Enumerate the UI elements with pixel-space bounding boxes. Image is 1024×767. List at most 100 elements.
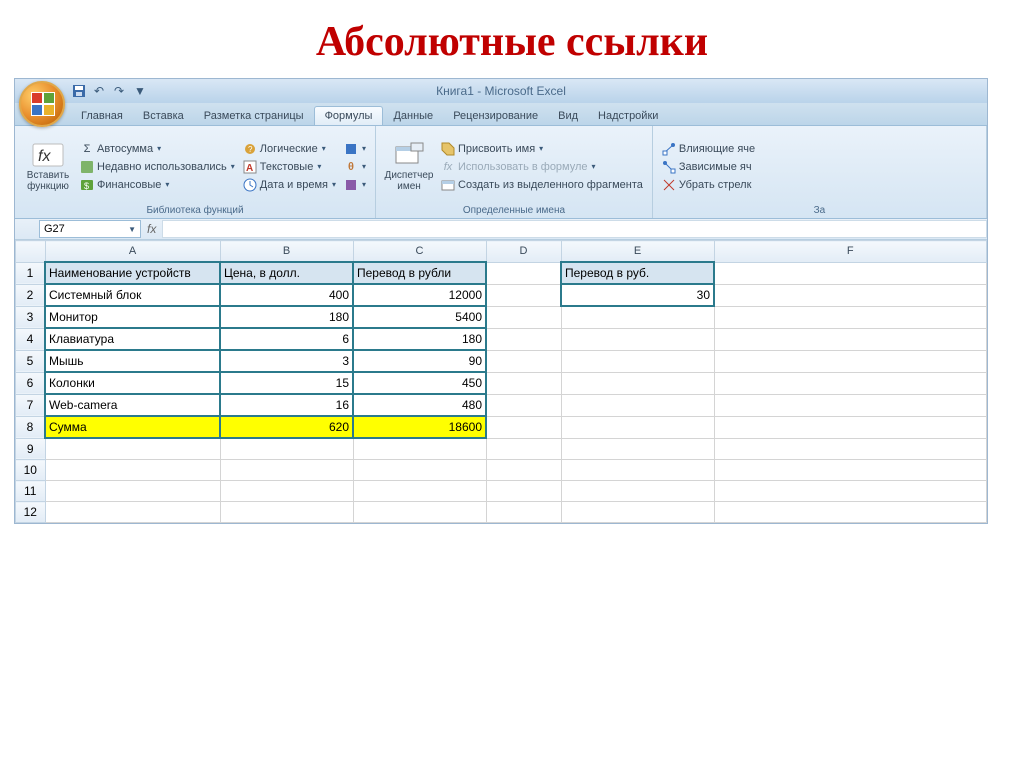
cell-D5[interactable] bbox=[486, 350, 561, 372]
cell-F7[interactable] bbox=[714, 394, 987, 416]
col-F[interactable]: F bbox=[714, 241, 987, 263]
math-button[interactable]: θ▾ bbox=[341, 159, 369, 175]
row-4[interactable]: 4 bbox=[16, 328, 46, 350]
tab-insert[interactable]: Вставка bbox=[133, 107, 194, 125]
cell-A2[interactable]: Системный блок bbox=[45, 284, 220, 306]
trace-precedents-button[interactable]: Влияющие яче bbox=[659, 141, 758, 157]
cell-D7[interactable] bbox=[486, 394, 561, 416]
cell-F6[interactable] bbox=[714, 372, 987, 394]
insert-function-button[interactable]: fx Вставить функцию bbox=[21, 129, 75, 204]
trace-dependents-button[interactable]: Зависимые яч bbox=[659, 159, 758, 175]
name-manager-button[interactable]: Диспетчер имен bbox=[382, 129, 436, 204]
cell-F5[interactable] bbox=[714, 350, 987, 372]
cell-E1[interactable]: Перевод в руб. bbox=[561, 262, 714, 284]
tab-review[interactable]: Рецензирование bbox=[443, 107, 548, 125]
cell-B7[interactable]: 16 bbox=[220, 394, 353, 416]
cell-D3[interactable] bbox=[486, 306, 561, 328]
col-E[interactable]: E bbox=[561, 241, 714, 263]
formula-input[interactable] bbox=[162, 220, 987, 238]
cell-E5[interactable] bbox=[561, 350, 714, 372]
row-1[interactable]: 1 bbox=[16, 262, 46, 284]
cell-A1[interactable]: Наименование устройств bbox=[45, 262, 220, 284]
cell-A7[interactable]: Web-camera bbox=[45, 394, 220, 416]
row-8[interactable]: 8 bbox=[16, 416, 46, 438]
cell-C2[interactable]: 12000 bbox=[353, 284, 486, 306]
cell-F4[interactable] bbox=[714, 328, 987, 350]
cell-E8[interactable] bbox=[561, 416, 714, 438]
tab-data[interactable]: Данные bbox=[383, 107, 443, 125]
cell-A3[interactable]: Монитор bbox=[45, 306, 220, 328]
cell-E2[interactable]: 30 bbox=[561, 284, 714, 306]
tab-formulas[interactable]: Формулы bbox=[314, 106, 384, 125]
cell-A8[interactable]: Сумма bbox=[45, 416, 220, 438]
row-3[interactable]: 3 bbox=[16, 306, 46, 328]
define-name-button[interactable]: Присвоить имя▾ bbox=[438, 141, 646, 157]
redo-icon[interactable]: ↷ bbox=[111, 83, 127, 99]
row-11[interactable]: 11 bbox=[16, 481, 46, 502]
col-A[interactable]: A bbox=[45, 241, 220, 263]
cell-A9[interactable] bbox=[45, 438, 220, 460]
undo-icon[interactable]: ↶ bbox=[91, 83, 107, 99]
cell-E3[interactable] bbox=[561, 306, 714, 328]
cell-B6[interactable]: 15 bbox=[220, 372, 353, 394]
recent-button[interactable]: Недавно использовались▾ bbox=[77, 159, 238, 175]
datetime-button[interactable]: Дата и время▾ bbox=[240, 177, 339, 193]
cell-D8[interactable] bbox=[486, 416, 561, 438]
cell-F3[interactable] bbox=[714, 306, 987, 328]
tab-home[interactable]: Главная bbox=[71, 107, 133, 125]
col-C[interactable]: C bbox=[353, 241, 486, 263]
tab-addins[interactable]: Надстройки bbox=[588, 107, 668, 125]
cell-D6[interactable] bbox=[486, 372, 561, 394]
row-6[interactable]: 6 bbox=[16, 372, 46, 394]
row-9[interactable]: 9 bbox=[16, 438, 46, 460]
namebox-dropdown-icon[interactable]: ▼ bbox=[128, 225, 136, 234]
cell-B5[interactable]: 3 bbox=[220, 350, 353, 372]
create-from-selection-button[interactable]: Создать из выделенного фрагмента bbox=[438, 177, 646, 193]
cell-F8[interactable] bbox=[714, 416, 987, 438]
col-D[interactable]: D bbox=[486, 241, 561, 263]
qat-dropdown-icon[interactable]: ▼ bbox=[132, 83, 148, 99]
cell-E6[interactable] bbox=[561, 372, 714, 394]
cell-B8[interactable]: 620 bbox=[220, 416, 353, 438]
cell-F2[interactable] bbox=[714, 284, 987, 306]
cell-C5[interactable]: 90 bbox=[353, 350, 486, 372]
col-B[interactable]: B bbox=[220, 241, 353, 263]
fx-label-icon[interactable]: fx bbox=[147, 222, 156, 236]
row-7[interactable]: 7 bbox=[16, 394, 46, 416]
cell-C8[interactable]: 18600 bbox=[353, 416, 486, 438]
cell-C3[interactable]: 5400 bbox=[353, 306, 486, 328]
office-button[interactable] bbox=[19, 81, 65, 127]
row-5[interactable]: 5 bbox=[16, 350, 46, 372]
cell-A6[interactable]: Колонки bbox=[45, 372, 220, 394]
row-10[interactable]: 10 bbox=[16, 460, 46, 481]
select-all-corner[interactable] bbox=[16, 241, 46, 263]
worksheet[interactable]: A B C D E F 1 Наименование устройств Цен… bbox=[15, 240, 987, 523]
lookup-button[interactable]: ▾ bbox=[341, 141, 369, 157]
cell-C6[interactable]: 450 bbox=[353, 372, 486, 394]
financial-button[interactable]: $Финансовые▾ bbox=[77, 177, 238, 193]
cell-B3[interactable]: 180 bbox=[220, 306, 353, 328]
row-2[interactable]: 2 bbox=[16, 284, 46, 306]
cell-C4[interactable]: 180 bbox=[353, 328, 486, 350]
name-box[interactable]: G27▼ bbox=[39, 220, 141, 238]
cell-C1[interactable]: Перевод в рубли bbox=[353, 262, 486, 284]
tab-page-layout[interactable]: Разметка страницы bbox=[194, 107, 314, 125]
cell-A5[interactable]: Мышь bbox=[45, 350, 220, 372]
cell-B1[interactable]: Цена, в долл. bbox=[220, 262, 353, 284]
cell-D4[interactable] bbox=[486, 328, 561, 350]
cell-E7[interactable] bbox=[561, 394, 714, 416]
text-button[interactable]: AТекстовые▾ bbox=[240, 159, 339, 175]
autosum-button[interactable]: ΣАвтосумма▾ bbox=[77, 141, 238, 157]
save-icon[interactable] bbox=[71, 83, 87, 99]
cell-C7[interactable]: 480 bbox=[353, 394, 486, 416]
logical-button[interactable]: ?Логические▾ bbox=[240, 141, 339, 157]
cell-F1[interactable] bbox=[714, 262, 987, 284]
cell-B2[interactable]: 400 bbox=[220, 284, 353, 306]
cell-E4[interactable] bbox=[561, 328, 714, 350]
more-fn-button[interactable]: ▾ bbox=[341, 177, 369, 193]
cell-B4[interactable]: 6 bbox=[220, 328, 353, 350]
row-12[interactable]: 12 bbox=[16, 502, 46, 523]
cell-A4[interactable]: Клавиатура bbox=[45, 328, 220, 350]
remove-arrows-button[interactable]: Убрать стрелк bbox=[659, 177, 758, 193]
cell-D2[interactable] bbox=[486, 284, 561, 306]
